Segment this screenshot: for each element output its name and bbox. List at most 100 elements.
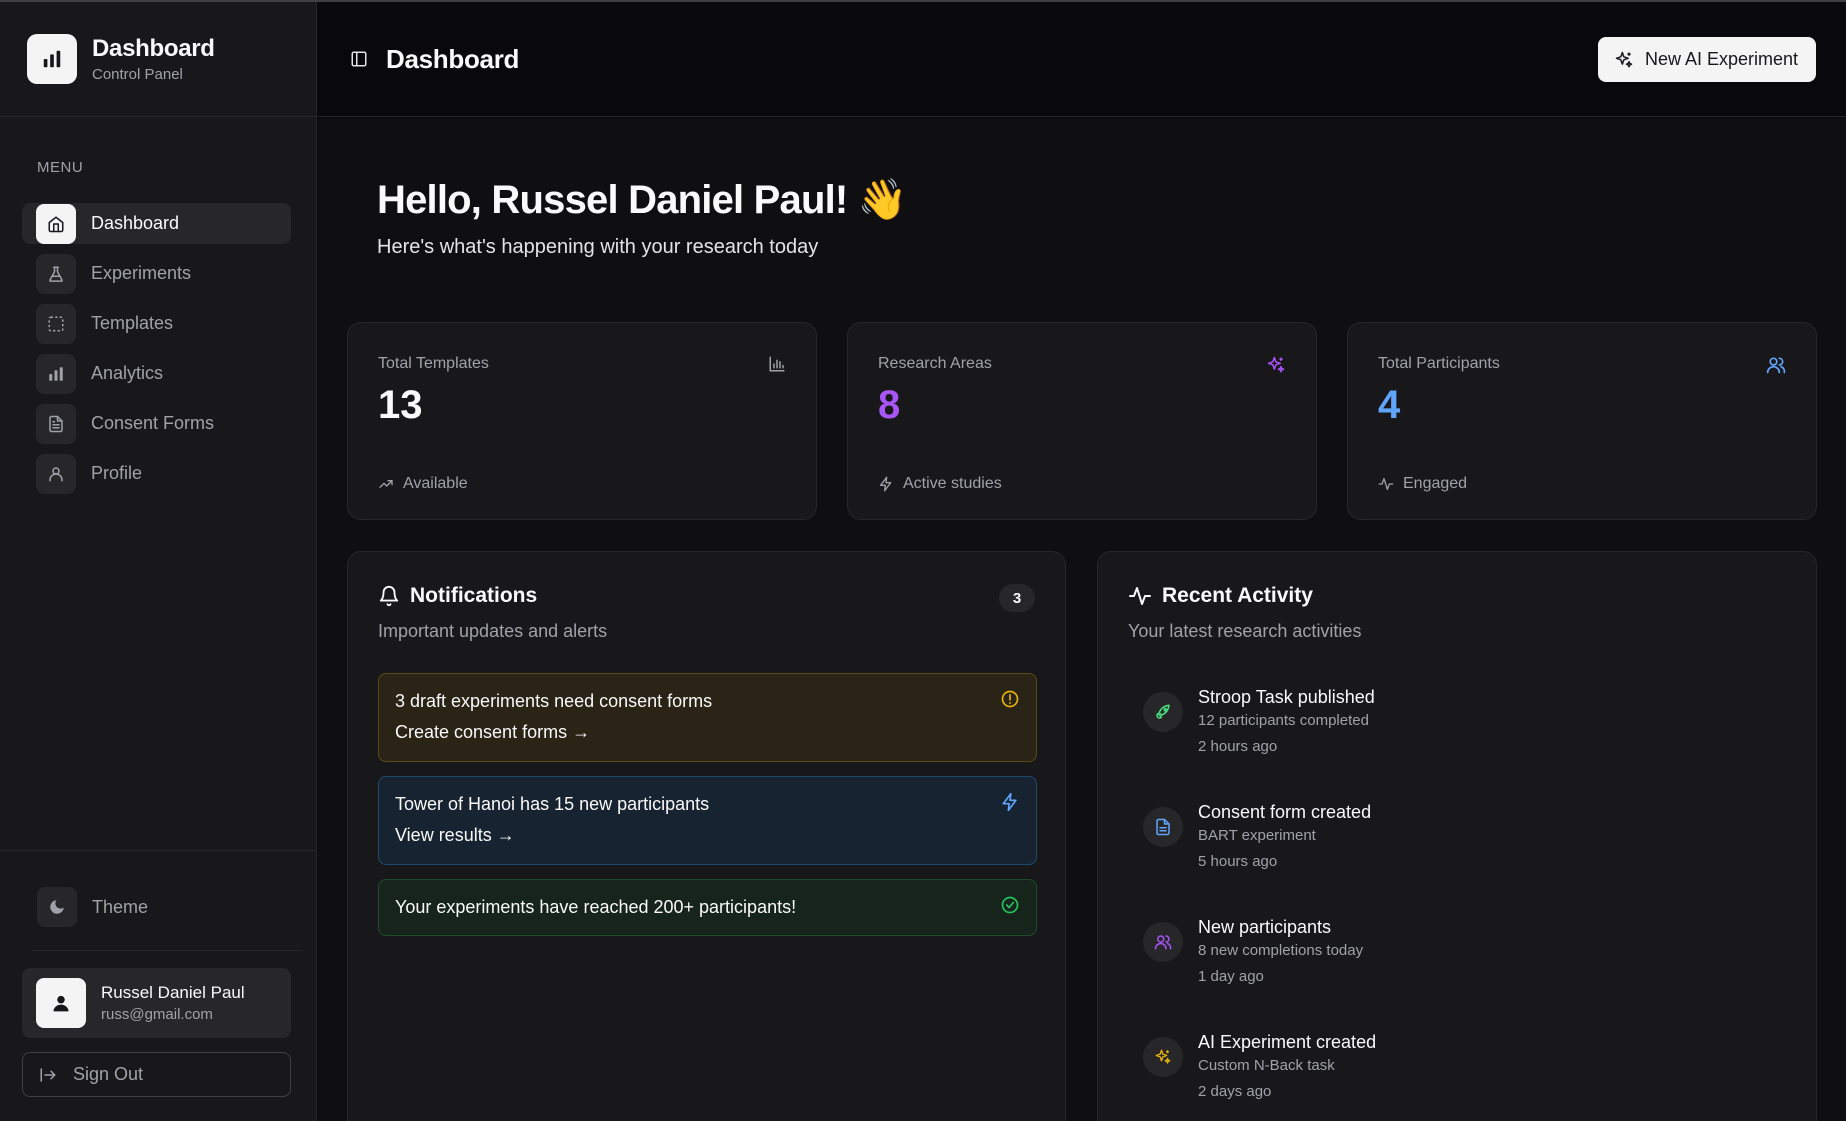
brand-subtitle: Control Panel [92,66,183,83]
top-header: Dashboard New AI Experiment [318,2,1846,117]
new-ai-experiment-button[interactable]: New AI Experiment [1598,37,1816,82]
rocket-icon [1143,692,1183,732]
theme-toggle[interactable]: Theme [37,887,148,927]
notification-text: 3 draft experiments need consent forms [395,691,713,711]
greeting-title: Hello, Russel Daniel Paul! 👋 [377,178,908,222]
recent-activity-title: Recent Activity [1162,584,1313,607]
sidebar-item-label: Dashboard [91,213,180,233]
activity-time: 5 hours ago [1198,853,1278,870]
bar-chart-icon [27,34,77,84]
log-in-icon [40,1067,56,1082]
sidebar-item-templates[interactable]: Templates [22,303,291,344]
bar-chart-icon [768,355,786,373]
brand[interactable]: Dashboard Control Panel [0,2,316,117]
sidebar-item-label: Consent Forms [91,413,215,433]
zap-icon [880,476,892,492]
activity-icon [1378,478,1394,490]
stat-footer: Active studies [878,475,1002,493]
zap-icon [1000,792,1020,812]
activity-icon [1129,587,1151,605]
stat-footer: Available [378,475,468,493]
sidebar-item-analytics[interactable]: Analytics [22,353,291,394]
notification-milestone: Your experiments have reached 200+ parti… [378,879,1037,936]
notifications-header: Notifications [378,584,537,608]
user-icon [36,453,76,494]
stat-card-total-participants: Total Participants 4 Engaged [1347,322,1817,520]
sidebar-item-consent-forms[interactable]: Consent Forms [22,403,291,444]
user-email: russ@gmail.com [101,1006,213,1023]
activity-item[interactable]: Consent form created BART experiment 5 h… [1143,802,1371,870]
sidebar-item-experiments[interactable]: Experiments [22,253,291,294]
brand-title: Dashboard [92,35,215,62]
sidebar-item-dashboard[interactable]: Dashboard [22,203,291,244]
theme-label: Theme [92,896,149,917]
stat-footer-text: Engaged [1403,475,1468,492]
flask-icon [36,253,76,294]
home-icon [36,203,76,244]
sign-out-label: Sign Out [73,1064,144,1084]
sparkles-icon [1615,51,1633,67]
stat-label: Total Participants [1378,355,1500,372]
stat-card-total-templates: Total Templates 13 Available [347,322,817,520]
file-text-icon [36,403,76,444]
create-consent-forms-link[interactable]: Create consent forms → [395,722,1020,743]
stat-value: 4 [1378,383,1401,427]
stat-label: Total Templates [378,355,489,372]
page-title: Dashboard [386,44,520,74]
sidebar-item-profile[interactable]: Profile [22,453,291,494]
sidebar-toggle-icon[interactable] [350,50,368,68]
stat-card-research-areas: Research Areas 8 Active studies [847,322,1317,520]
users-icon [1143,922,1183,962]
recent-activity-subtitle: Your latest research activities [1128,621,1362,641]
activity-desc: 8 new completions today [1198,942,1364,959]
activity-item[interactable]: AI Experiment created Custom N-Back task… [1143,1032,1376,1100]
notification-text: Your experiments have reached 200+ parti… [395,897,797,917]
sidebar-item-label: Analytics [91,363,164,383]
activity-item[interactable]: Stroop Task published 12 participants co… [1143,687,1375,755]
menu-label: MENU [37,159,84,176]
activity-title: Stroop Task published [1198,687,1375,707]
new-ai-experiment-label: New AI Experiment [1645,49,1799,69]
recent-activity-panel: Recent Activity Your latest research act… [1097,551,1817,1121]
sidebar-nav: Dashboard Experiments Templates Analytic… [22,203,291,503]
activity-title: AI Experiment created [1198,1032,1377,1052]
moon-icon [37,887,77,927]
activity-title: New participants [1198,917,1332,937]
avatar [36,978,86,1028]
stat-footer: Engaged [1378,475,1467,493]
activity-time: 2 days ago [1198,1083,1272,1100]
sparkles-icon [1266,355,1286,375]
stat-footer-text: Available [403,475,468,492]
file-text-icon [1143,807,1183,847]
check-circle-icon [1000,895,1020,915]
activity-time: 1 day ago [1198,968,1264,985]
divider [32,950,302,951]
activity-desc: Custom N-Back task [1198,1057,1335,1074]
notifications-subtitle: Important updates and alerts [378,621,608,641]
activity-time: 2 hours ago [1198,738,1278,755]
activity-desc: BART experiment [1198,827,1316,844]
sidebar: Dashboard Control Panel MENU Dashboard E… [0,2,317,1121]
user-name: Russel Daniel Paul [101,983,245,1002]
sidebar-item-label: Templates [91,313,174,333]
stat-footer-text: Active studies [903,475,1002,492]
sign-out-button[interactable]: Sign Out [22,1052,291,1097]
alert-circle-icon [1000,689,1020,709]
stat-value: 8 [878,383,901,427]
activity-item[interactable]: New participants 8 new completions today… [1143,917,1363,985]
sparkles-icon [1143,1037,1183,1077]
view-results-link[interactable]: View results → [395,825,1020,846]
trending-up-icon [379,480,393,488]
greeting-subtitle: Here's what's happening with your resear… [377,236,819,258]
notification-new-participants: Tower of Hanoi has 15 new participants V… [378,776,1037,865]
stat-value: 13 [378,383,423,427]
notifications-panel: Notifications 3 Important updates and al… [347,551,1066,1121]
dashed-square-icon [36,303,76,344]
user-card[interactable]: Russel Daniel Paul russ@gmail.com [22,968,291,1038]
activity-desc: 12 participants completed [1198,712,1369,729]
notification-text: Tower of Hanoi has 15 new participants [395,794,710,814]
main-content: Hello, Russel Daniel Paul! 👋 Here's what… [318,118,1846,1121]
user-icon [53,995,69,1012]
users-icon [1766,355,1786,375]
sidebar-footer-divider [0,850,317,851]
